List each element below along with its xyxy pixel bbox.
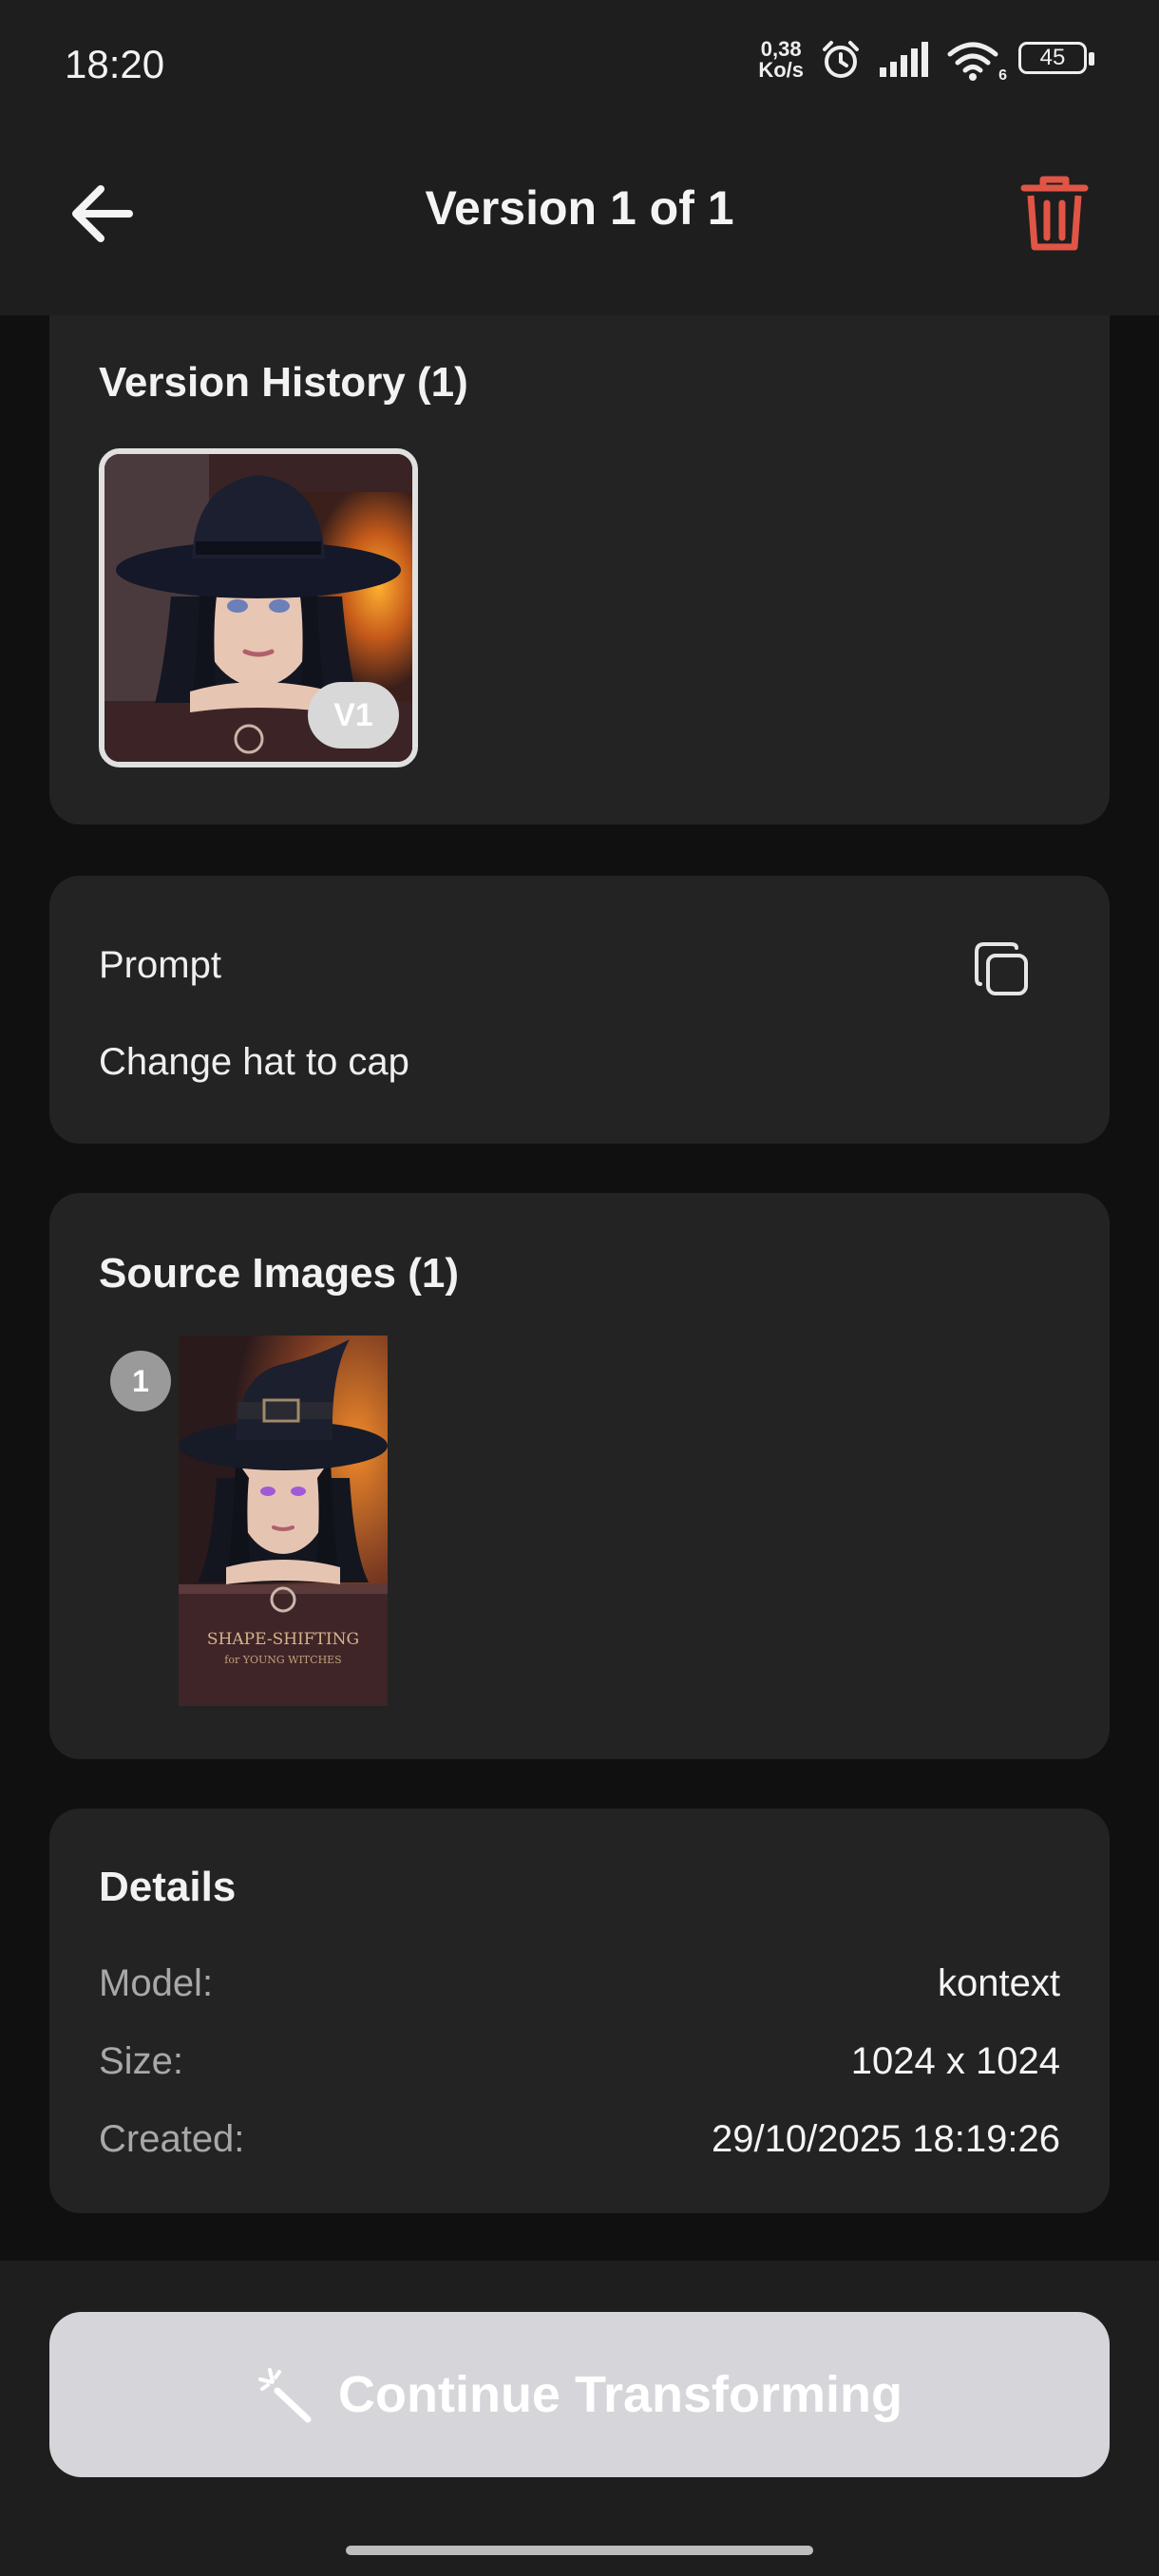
prompt-label: Prompt <box>99 944 221 986</box>
network-speed-unit: Ko/s <box>758 58 804 82</box>
magic-wand-icon <box>258 2368 312 2423</box>
signal-icon <box>880 42 928 77</box>
app-bar: Version 1 of 1 <box>0 133 1159 315</box>
wifi-indicator: 6 <box>946 39 1007 84</box>
detail-value: 29/10/2025 18:19:26 <box>711 2118 1060 2160</box>
source-image: SHAPE-SHIFTING for YOUNG WITCHES <box>179 1335 388 1706</box>
home-indicator[interactable] <box>346 2546 813 2555</box>
version-history-title: Version History (1) <box>99 359 468 406</box>
status-icons: 0,38 Ko/s 6 45 <box>758 38 1094 84</box>
continue-transforming-label: Continue Transforming <box>338 2366 902 2423</box>
delete-button[interactable] <box>1016 173 1092 253</box>
prompt-text: Change hat to cap <box>99 1041 409 1083</box>
book-subtitle: for YOUNG WITCHES <box>224 1654 341 1666</box>
continue-transforming-button[interactable]: Continue Transforming <box>49 2312 1110 2477</box>
wifi-icon <box>947 42 998 81</box>
source-images-card: Source Images (1) 1 SHAPE-SHIFTING for Y… <box>49 1193 1110 1759</box>
version-thumbnail[interactable]: V1 <box>99 448 418 767</box>
detail-label: Created: <box>99 2118 245 2160</box>
prompt-card: Prompt Change hat to cap <box>49 876 1110 1144</box>
wifi-label: 6 <box>998 67 1007 84</box>
source-images-title: Source Images (1) <box>99 1250 460 1297</box>
detail-value: kontext <box>938 1962 1060 2004</box>
details-title: Details <box>99 1864 237 1910</box>
detail-label: Size: <box>99 2040 183 2082</box>
details-card: Details Model: kontext Size: 1024 x 1024… <box>49 1809 1110 2213</box>
battery-level: 45 <box>1039 45 1066 70</box>
copy-icon <box>975 942 1028 995</box>
trash-icon <box>1020 176 1089 251</box>
status-bar: 18:20 0,38 Ko/s 6 45 <box>0 0 1159 133</box>
network-speed-value: 0,38 <box>760 37 802 61</box>
source-image-index-badge: 1 <box>110 1351 171 1411</box>
book-title: SHAPE-SHIFTING <box>207 1630 359 1649</box>
alarm-icon <box>823 41 859 78</box>
source-image-thumbnail[interactable]: SHAPE-SHIFTING for YOUNG WITCHES <box>179 1335 388 1706</box>
network-speed: 0,38 Ko/s <box>758 39 804 81</box>
version-history-card: Version History (1) V1 <box>49 315 1110 824</box>
page-title: Version 1 of 1 <box>425 181 734 235</box>
bottom-action-bar: Continue Transforming <box>0 2261 1159 2576</box>
status-time: 18:20 <box>65 42 165 86</box>
battery-indicator: 45 <box>1018 42 1094 78</box>
detail-label: Model: <box>99 1962 214 2004</box>
version-badge: V1 <box>308 682 399 748</box>
detail-value: 1024 x 1024 <box>850 2040 1060 2082</box>
copy-button[interactable] <box>973 940 1032 999</box>
